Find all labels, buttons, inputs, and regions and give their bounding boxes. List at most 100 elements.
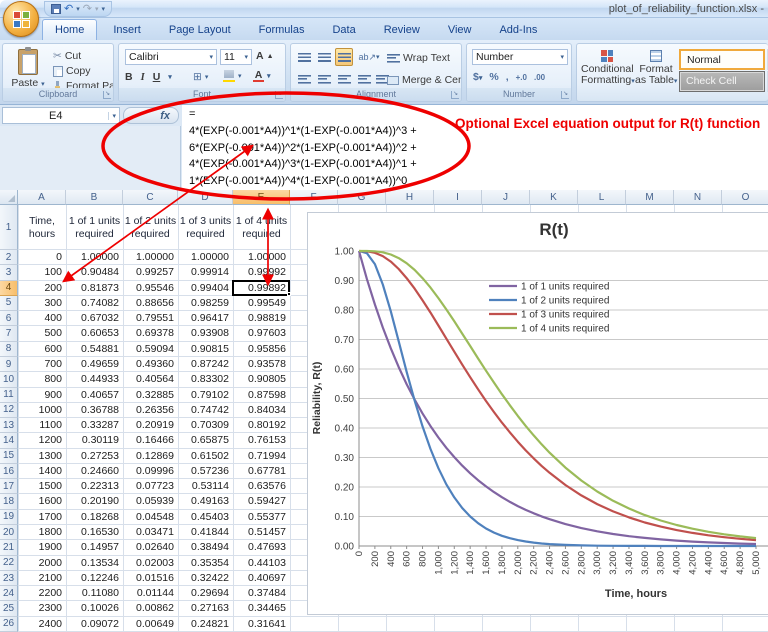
align-right-button[interactable] <box>335 70 353 88</box>
cell-C24[interactable]: 0.01144 <box>123 586 178 601</box>
cell-E13[interactable]: 0.80192 <box>233 418 290 433</box>
cell-D3[interactable]: 0.99914 <box>178 265 233 280</box>
cell-D24[interactable]: 0.29694 <box>178 586 233 601</box>
redo-icon[interactable]: ↷ <box>83 2 92 16</box>
cell-E14[interactable]: 0.76153 <box>233 433 290 448</box>
cell-E18[interactable]: 0.59427 <box>233 494 290 509</box>
decrease-indent-button[interactable] <box>355 70 373 88</box>
style-check-cell[interactable]: Check Cell <box>679 71 765 92</box>
header-cell-a1[interactable]: Time, hours <box>18 205 66 250</box>
cell-C19[interactable]: 0.04548 <box>123 510 178 525</box>
style-normal[interactable]: Normal <box>679 49 765 70</box>
save-icon[interactable] <box>51 4 61 14</box>
font-name-combo[interactable]: Calibri▾ <box>125 49 217 65</box>
cell-C6[interactable]: 0.79551 <box>123 311 178 326</box>
bold-button[interactable]: B <box>125 71 133 83</box>
cell-D4[interactable]: 0.99404 <box>178 281 233 296</box>
cell-B12[interactable]: 0.36788 <box>66 403 123 418</box>
cell-A26[interactable]: 2400 <box>18 617 66 632</box>
cell-E19[interactable]: 0.55377 <box>233 510 290 525</box>
cell-C20[interactable]: 0.03471 <box>123 525 178 540</box>
tab-data[interactable]: Data <box>320 20 367 40</box>
cell-C16[interactable]: 0.09996 <box>123 464 178 479</box>
column-header-g[interactable]: G <box>338 190 386 205</box>
cell-C12[interactable]: 0.26356 <box>123 403 178 418</box>
cell-C9[interactable]: 0.49360 <box>123 357 178 372</box>
increase-decimal-button[interactable]: +.0 <box>516 73 527 82</box>
cell-B8[interactable]: 0.54881 <box>66 342 123 357</box>
cell-B10[interactable]: 0.44933 <box>66 372 123 387</box>
row-header-11[interactable]: 11 <box>0 388 18 403</box>
cell-E23[interactable]: 0.40697 <box>233 571 290 586</box>
cell-E26[interactable]: 0.31641 <box>233 617 290 632</box>
cell-A6[interactable]: 400 <box>18 311 66 326</box>
row-header-16[interactable]: 16 <box>0 464 18 479</box>
cell-B22[interactable]: 0.13534 <box>66 556 123 571</box>
cell-D17[interactable]: 0.53114 <box>178 479 233 494</box>
row-header-21[interactable]: 21 <box>0 540 18 555</box>
cell-A20[interactable]: 1800 <box>18 525 66 540</box>
cell-D23[interactable]: 0.32422 <box>178 571 233 586</box>
cell-A14[interactable]: 1200 <box>18 433 66 448</box>
cell-A11[interactable]: 900 <box>18 388 66 403</box>
cell-C4[interactable]: 0.95546 <box>123 281 178 296</box>
cell-E9[interactable]: 0.93578 <box>233 357 290 372</box>
merge-center-button[interactable]: Merge & Center ▾ <box>387 74 462 86</box>
column-header-l[interactable]: L <box>578 190 626 205</box>
name-box[interactable]: E4 ▾ <box>2 107 120 124</box>
select-all-corner[interactable] <box>0 190 18 205</box>
office-button[interactable] <box>3 1 39 37</box>
align-top-button[interactable] <box>295 48 313 66</box>
tab-add-ins[interactable]: Add-Ins <box>487 20 549 40</box>
cell-B11[interactable]: 0.40657 <box>66 388 123 403</box>
orientation-button[interactable]: ab↗▾ <box>357 48 381 66</box>
row-header-14[interactable]: 14 <box>0 433 18 448</box>
column-header-m[interactable]: M <box>626 190 674 205</box>
cell-E20[interactable]: 0.51457 <box>233 525 290 540</box>
formula-input[interactable]: =4*(EXP(-0.001*A4))^1*(1-EXP(-0.001*A4))… <box>182 105 768 190</box>
column-header-f[interactable]: F <box>290 190 338 205</box>
column-header-i[interactable]: I <box>434 190 482 205</box>
italic-button[interactable]: I <box>141 72 145 83</box>
row-header-3[interactable]: 3 <box>0 265 18 280</box>
align-center-button[interactable] <box>315 70 333 88</box>
cell-A7[interactable]: 500 <box>18 326 66 341</box>
cell-A18[interactable]: 1600 <box>18 494 66 509</box>
number-dialog-launcher[interactable]: ↘ <box>561 91 569 99</box>
cell-D20[interactable]: 0.41844 <box>178 525 233 540</box>
insert-function-button[interactable]: fx <box>123 107 179 124</box>
cell-E21[interactable]: 0.47693 <box>233 540 290 555</box>
cell-A25[interactable]: 2300 <box>18 601 66 616</box>
redo-dropdown-icon[interactable]: ▾ <box>95 5 99 13</box>
row-header-13[interactable]: 13 <box>0 418 18 433</box>
align-middle-button[interactable] <box>315 48 333 66</box>
cell-B18[interactable]: 0.20190 <box>66 494 123 509</box>
cell-D7[interactable]: 0.93908 <box>178 326 233 341</box>
cell-A9[interactable]: 700 <box>18 357 66 372</box>
cell-C21[interactable]: 0.02640 <box>123 540 178 555</box>
cell-D16[interactable]: 0.57236 <box>178 464 233 479</box>
clipboard-dialog-launcher[interactable]: ↘ <box>103 91 111 99</box>
column-header-k[interactable]: K <box>530 190 578 205</box>
cell-A15[interactable]: 1300 <box>18 449 66 464</box>
row-header-7[interactable]: 7 <box>0 326 18 341</box>
header-cell-d1[interactable]: 1 of 3 units required <box>178 205 233 250</box>
cell-E8[interactable]: 0.95856 <box>233 342 290 357</box>
tab-formulas[interactable]: Formulas <box>247 20 317 40</box>
row-header-15[interactable]: 15 <box>0 449 18 464</box>
name-box-dropdown-icon[interactable]: ▾ <box>108 112 119 120</box>
cell-A10[interactable]: 800 <box>18 372 66 387</box>
row-header-26[interactable]: 26 <box>0 617 18 632</box>
cell-E7[interactable]: 0.97603 <box>233 326 290 341</box>
underline-dropdown-icon[interactable]: ▾ <box>168 73 172 81</box>
format-as-table-button[interactable]: Format as Table▾ <box>635 50 677 87</box>
cell-E10[interactable]: 0.90805 <box>233 372 290 387</box>
cell-A5[interactable]: 300 <box>18 296 66 311</box>
cell-D19[interactable]: 0.45403 <box>178 510 233 525</box>
cell-C11[interactable]: 0.32885 <box>123 388 178 403</box>
fill-color-button[interactable]: ▾ <box>223 69 242 82</box>
cell-E25[interactable]: 0.34465 <box>233 601 290 616</box>
row-header-2[interactable]: 2 <box>0 250 18 265</box>
cell-D5[interactable]: 0.98259 <box>178 296 233 311</box>
cell-A17[interactable]: 1500 <box>18 479 66 494</box>
